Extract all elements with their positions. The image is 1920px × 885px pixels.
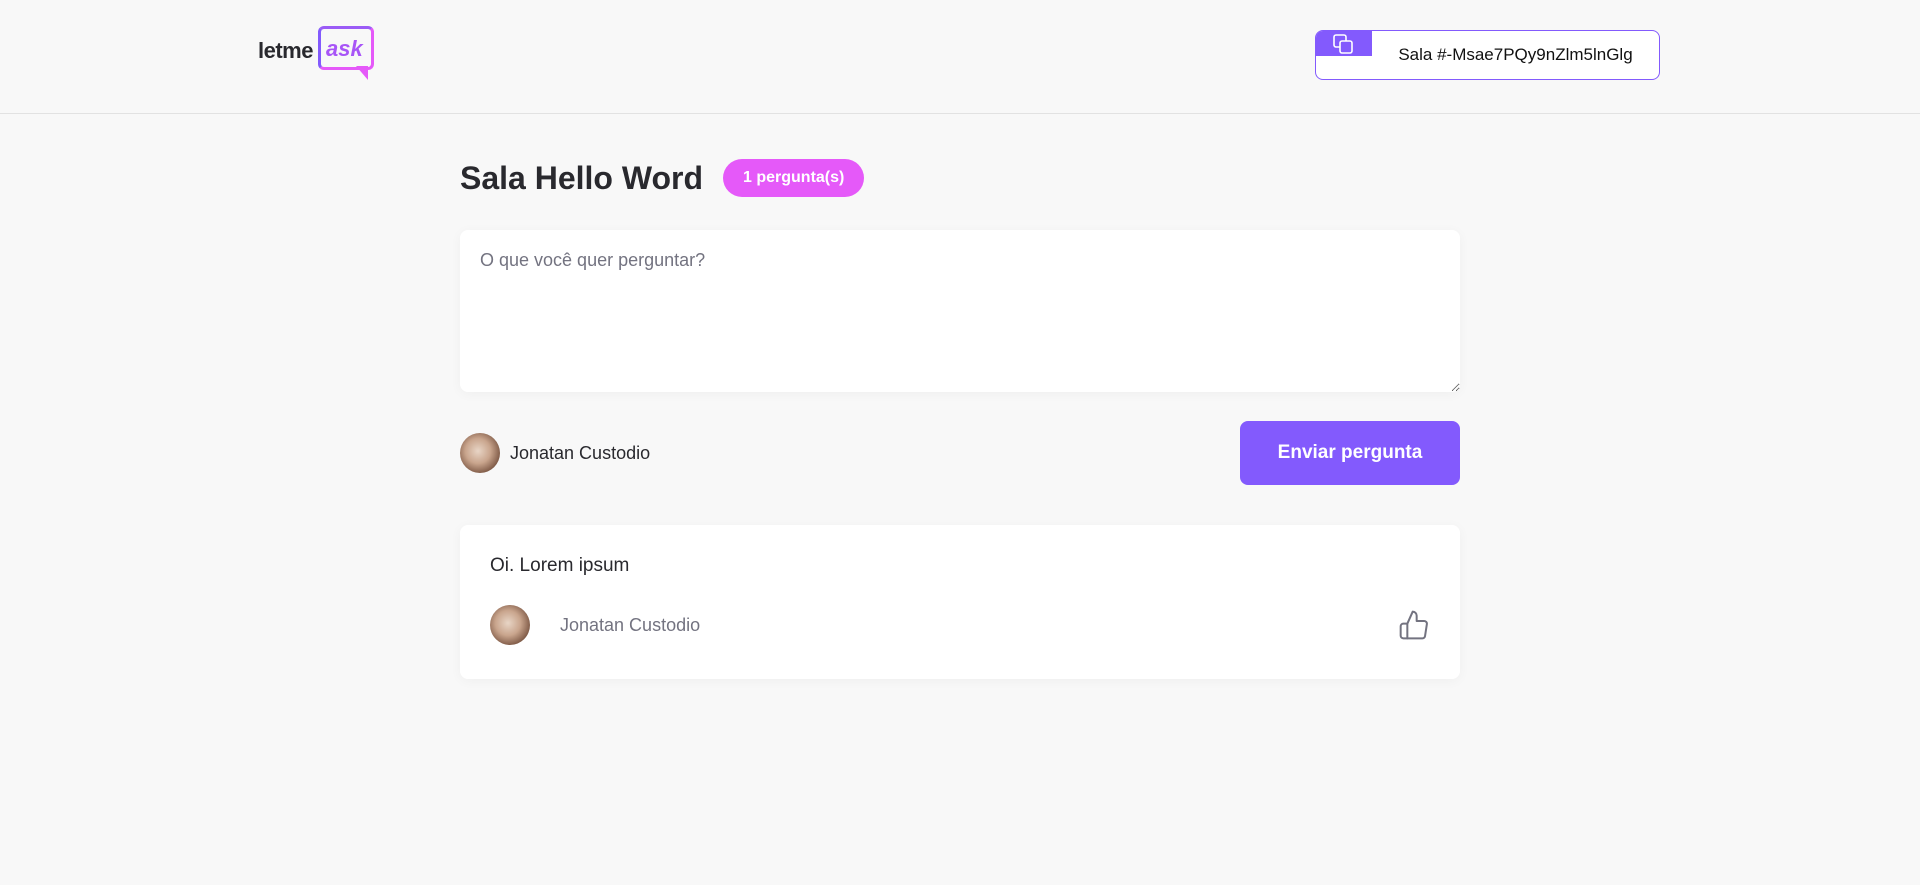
user-name: Jonatan Custodio bbox=[510, 442, 651, 463]
user-info: Jonatan Custodio bbox=[460, 433, 650, 473]
question-list: Oi. Lorem ipsum Jonatan Custodio bbox=[460, 525, 1460, 679]
page-header: letme ask Sala #-Msae7PQy9nZlm5lnGlg bbox=[0, 0, 1920, 114]
question-card: Oi. Lorem ipsum Jonatan Custodio bbox=[460, 525, 1460, 679]
question-content: Oi. Lorem ipsum bbox=[490, 555, 630, 576]
room-title: Sala Hello Word bbox=[460, 159, 704, 196]
question-form: Jonatan Custodio Enviar pergunta bbox=[460, 206, 1460, 485]
copy-icon bbox=[1333, 34, 1353, 54]
question-count-badge: 1 pergunta(s) bbox=[723, 159, 865, 197]
question-author: Jonatan Custodio bbox=[490, 605, 700, 645]
form-footer: Jonatan Custodio Enviar pergunta bbox=[460, 421, 1460, 485]
main-content: Sala Hello Word 1 pergunta(s) Jonatan Cu… bbox=[460, 150, 1460, 679]
letmeask-logo: letme ask bbox=[258, 26, 380, 84]
avatar bbox=[490, 605, 530, 645]
question-footer: Jonatan Custodio bbox=[490, 605, 1430, 645]
like-button[interactable] bbox=[1398, 609, 1430, 641]
logo-bubble-tail bbox=[356, 66, 368, 80]
room-title-row: Sala Hello Word 1 pergunta(s) bbox=[460, 150, 1460, 206]
room-code-button[interactable]: Sala #-Msae7PQy9nZlm5lnGlg bbox=[1315, 30, 1660, 80]
question-author-name: Jonatan Custodio bbox=[560, 614, 701, 635]
copy-icon-box bbox=[1316, 31, 1372, 56]
send-question-button[interactable]: Enviar pergunta bbox=[1240, 421, 1460, 485]
thumbs-up-icon bbox=[1399, 610, 1428, 640]
room-code-label: Sala #-Msae7PQy9nZlm5lnGlg bbox=[1398, 45, 1633, 64]
logo-ask-text: ask bbox=[326, 36, 363, 61]
logo-letme-text: letme bbox=[258, 38, 313, 63]
avatar bbox=[460, 433, 500, 473]
question-textarea[interactable] bbox=[460, 230, 1460, 392]
